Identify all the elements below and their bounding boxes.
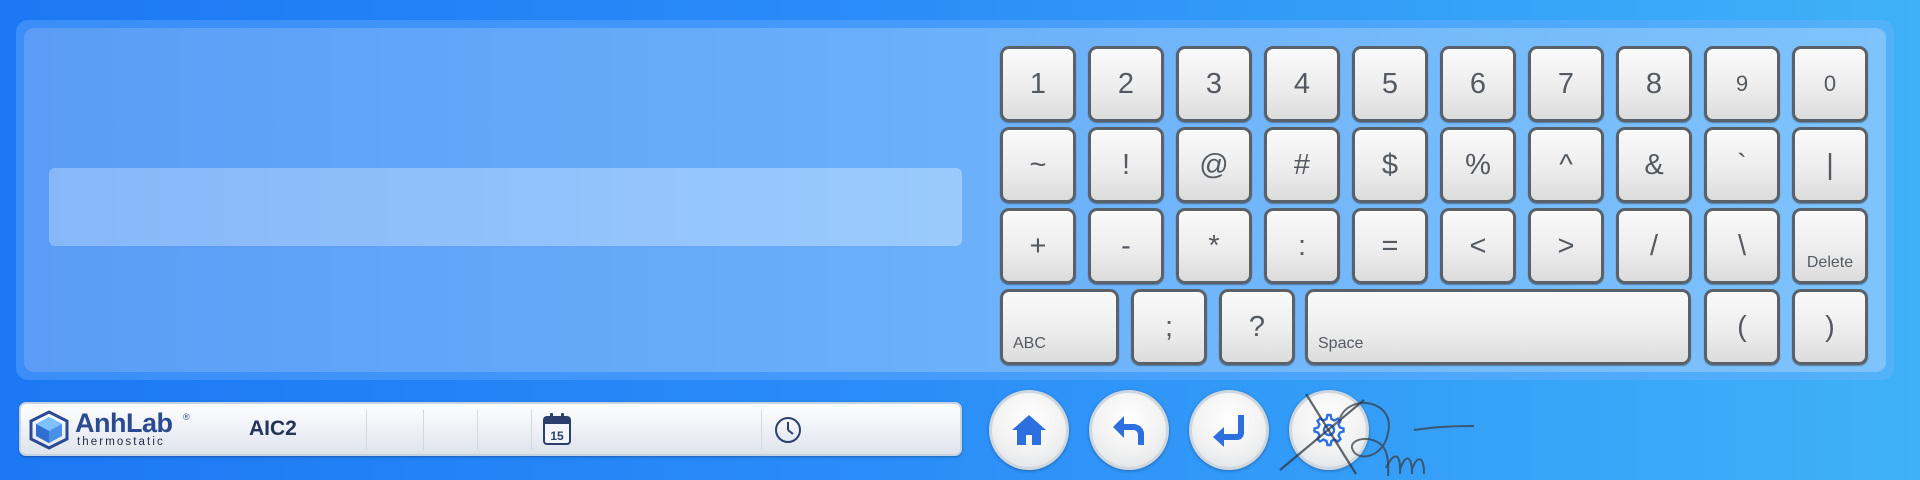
key-caret[interactable]: ^: [1528, 127, 1604, 203]
key-at[interactable]: @: [1176, 127, 1252, 203]
logo-registered-mark: ®: [183, 412, 190, 422]
logo-subtitle: thermostatic: [77, 436, 165, 448]
delete-key[interactable]: Delete: [1792, 208, 1868, 284]
key-8[interactable]: 8: [1616, 46, 1692, 122]
status-divider: [366, 410, 367, 450]
key-5[interactable]: 5: [1352, 46, 1428, 122]
key-equals[interactable]: =: [1352, 208, 1428, 284]
key-9[interactable]: 9: [1704, 46, 1780, 122]
key-6[interactable]: 6: [1440, 46, 1516, 122]
home-icon: [1012, 415, 1046, 445]
key-minus[interactable]: -: [1088, 208, 1164, 284]
key-2[interactable]: 2: [1088, 46, 1164, 122]
abc-key[interactable]: ABC: [1000, 289, 1119, 365]
clock-icon: [775, 417, 801, 443]
back-arrow-icon: [1113, 416, 1144, 445]
status-bar: AnhLab ® thermostatic AIC2 15: [19, 402, 962, 456]
calendar-icon: 15: [543, 413, 571, 445]
key-semicolon[interactable]: ;: [1131, 289, 1207, 365]
key-question[interactable]: ?: [1219, 289, 1295, 365]
status-divider: [477, 410, 478, 450]
key-backtick[interactable]: `: [1704, 127, 1780, 203]
key-close-paren[interactable]: ): [1792, 289, 1868, 365]
key-4[interactable]: 4: [1264, 46, 1340, 122]
text-input-field[interactable]: [49, 168, 962, 246]
key-asterisk[interactable]: *: [1176, 208, 1252, 284]
key-7[interactable]: 7: [1528, 46, 1604, 122]
key-open-paren[interactable]: (: [1704, 289, 1780, 365]
calendar-day: 15: [550, 429, 564, 443]
gear-icon: [1313, 413, 1345, 447]
logo-hexagon-icon: [29, 410, 69, 450]
settings-button[interactable]: [1289, 390, 1369, 470]
key-greater-than[interactable]: >: [1528, 208, 1604, 284]
status-divider: [531, 410, 532, 450]
key-dollar[interactable]: $: [1352, 127, 1428, 203]
key-pipe[interactable]: |: [1792, 127, 1868, 203]
space-key[interactable]: Space: [1305, 289, 1691, 365]
status-divider: [423, 410, 424, 450]
logo-name: AnhLab: [75, 408, 173, 438]
status-divider: [761, 410, 762, 450]
key-ampersand[interactable]: &: [1616, 127, 1692, 203]
key-percent[interactable]: %: [1440, 127, 1516, 203]
key-slash[interactable]: /: [1616, 208, 1692, 284]
anhlab-logo: AnhLab ® thermostatic: [27, 408, 197, 450]
enter-button[interactable]: [1189, 390, 1269, 470]
key-tilde[interactable]: ~: [1000, 127, 1076, 203]
key-1[interactable]: 1: [1000, 46, 1076, 122]
key-colon[interactable]: :: [1264, 208, 1340, 284]
enter-icon: [1213, 415, 1244, 447]
back-button[interactable]: [1089, 390, 1169, 470]
key-backslash[interactable]: \: [1704, 208, 1780, 284]
key-exclamation[interactable]: !: [1088, 127, 1164, 203]
key-hash[interactable]: #: [1264, 127, 1340, 203]
device-title: AIC2: [249, 417, 297, 440]
key-0[interactable]: 0: [1792, 46, 1868, 122]
key-plus[interactable]: +: [1000, 208, 1076, 284]
key-3[interactable]: 3: [1176, 46, 1252, 122]
key-less-than[interactable]: <: [1440, 208, 1516, 284]
home-button[interactable]: [989, 390, 1069, 470]
